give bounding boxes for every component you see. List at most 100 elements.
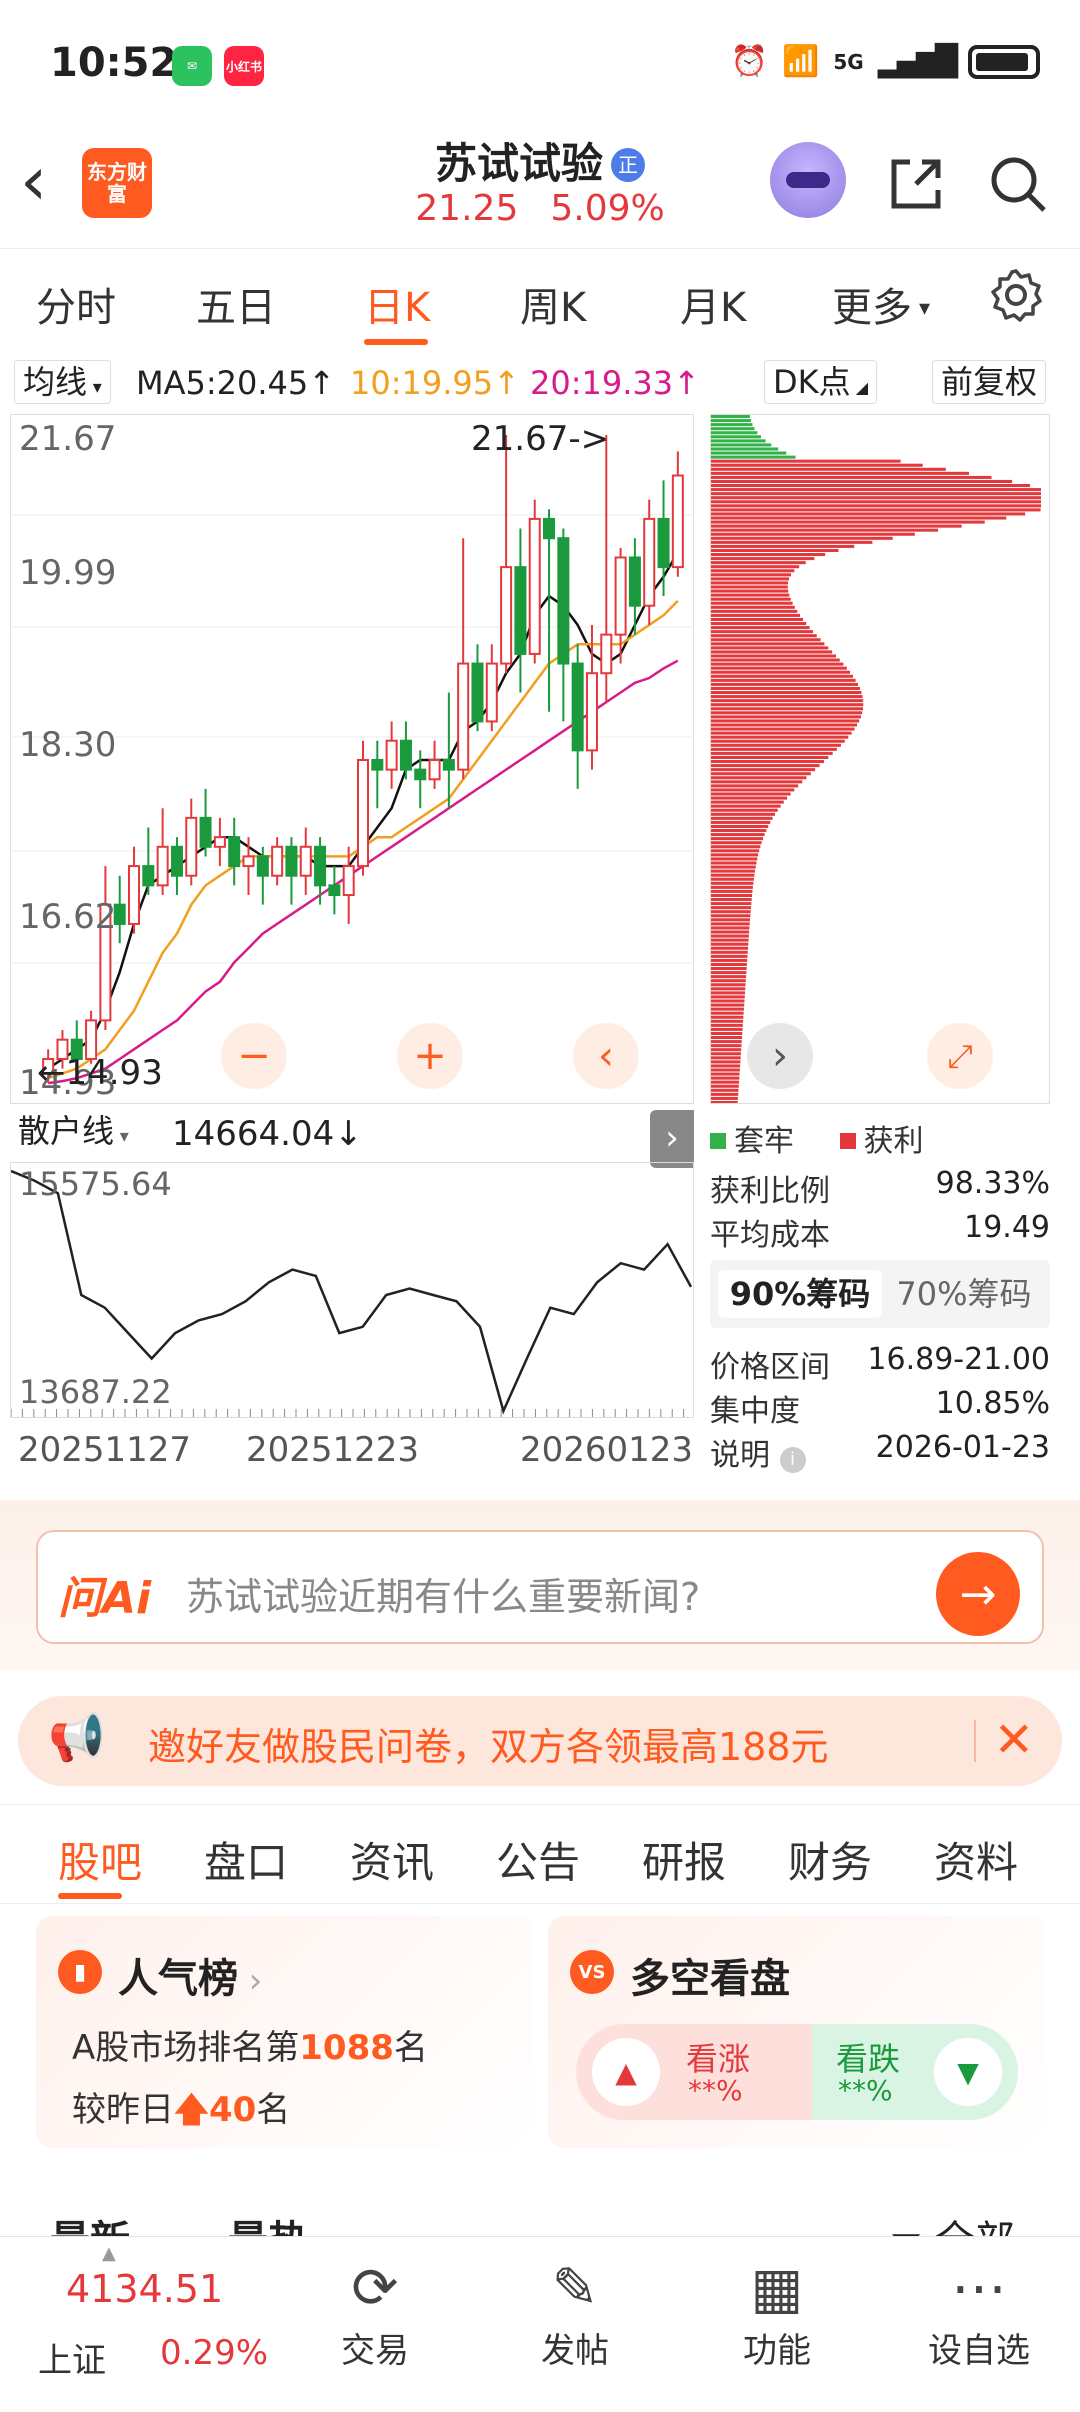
chip-bar [711,869,756,873]
ai-section: 问Ai 苏试试验近期有什么重要新闻? → [0,1500,1080,1670]
popularity-card[interactable]: ▮ 人气榜 › A股市场排名第1088名 较昨日🡅40名 [36,1916,532,2148]
candle [385,721,398,789]
collapse-panel-button[interactable]: › [650,1110,694,1168]
tab-more[interactable]: 更多 ▾ [832,275,930,333]
chip-distribution-chart[interactable]: › ⤢ [710,414,1050,1104]
adjust-select[interactable]: 前复权 [932,360,1047,404]
chip-bar [711,877,754,881]
zoom-out-button[interactable]: − [221,1023,287,1089]
chip-bar [711,695,863,699]
chip-bar [711,565,800,569]
chip-bar [711,881,754,885]
candle [99,866,112,1031]
stock-header: ‹ 东方财富 苏试试验正 21.25 5.09% [0,130,1080,248]
chip-bar [711,731,852,735]
tab-research[interactable]: 研报 [642,1829,726,1890]
candle [457,538,470,780]
note-label[interactable]: 说明 i [710,1430,806,1474]
legend-profit: 获利 [863,1124,924,1159]
tab-90-chip[interactable]: 90%筹码 [718,1270,882,1318]
chip-bar [711,593,790,597]
ai-question-box[interactable]: 问Ai 苏试试验近期有什么重要新闻? → [36,1530,1044,1644]
zoom-in-button[interactable]: + [397,1023,463,1089]
ai-question-input[interactable]: 苏试试验近期有什么重要新闻? [186,1566,700,1621]
chip-bar [711,739,845,743]
caret-up-icon: ▲ [102,2243,116,2264]
nav-trade[interactable]: ⟳ 交易 [300,2255,450,2372]
content-tabs: 股吧 盘口 资讯 公告 研报 财务 资料 [0,1804,1080,1904]
chip-bar [711,475,992,479]
expand-icon[interactable]: ⤢ [927,1023,993,1089]
scroll-right-button[interactable]: › [747,1023,813,1089]
index-name: 上证 [38,2341,106,2381]
vote-bull[interactable]: ▲ 看涨 **% [576,2024,812,2120]
candle-body [156,845,169,887]
tab-forum[interactable]: 股吧 [58,1829,142,1890]
bar-chart-icon: ▮ [58,1950,102,1994]
chip-distribution-svg [711,415,1041,1103]
tab-news[interactable]: 资讯 [350,1829,434,1890]
candle [328,866,341,915]
active-tab-indicator [58,1893,122,1899]
promo-banner[interactable]: 📢 邀好友做股民问卷，双方各领最高188元 ✕ [18,1696,1062,1786]
nav-functions[interactable]: ▦ 功能 [702,2255,852,2372]
candle-body [328,884,341,897]
scroll-left-button[interactable]: ‹ [573,1023,639,1089]
chip-bar [711,861,757,865]
arrow-right-icon[interactable]: → [936,1552,1020,1636]
retail-line-select[interactable]: 散户线 ▾ [10,1110,137,1154]
candle [342,846,355,924]
nav-post[interactable]: ✎ 发帖 [500,2255,650,2372]
chip-bar [711,784,799,788]
chip-bar [711,642,825,646]
ma-type-select[interactable]: 均线 ▾ [14,360,111,404]
tab-finance[interactable]: 财务 [788,1829,872,1890]
chip-bar [711,889,753,893]
gear-icon[interactable] [988,267,1044,333]
kline-chart[interactable]: 21.67 19.99 18.30 16.62 14.93 21.67-> ←1… [10,414,694,1104]
assistant-robot-icon[interactable] [770,142,846,218]
chip-bar [711,544,855,548]
tab-70-chip[interactable]: 70%筹码 [886,1270,1042,1318]
close-icon[interactable]: ✕ [994,1712,1034,1768]
chip-bar [711,471,970,475]
profit-ratio-row: 获利比例 98.33% [710,1166,1050,1210]
candle [471,644,484,732]
tab-weekly-k[interactable]: 周K [520,275,586,333]
chip-bar [711,816,773,820]
chip-bar [711,1068,740,1072]
tab-orderbook[interactable]: 盘口 [204,1829,288,1890]
chip-bar [711,743,841,747]
chip-bar [711,1015,744,1019]
vote-bear[interactable]: 看跌 **% ▼ [812,2024,1018,2120]
share-icon[interactable] [884,152,948,230]
retail-line-chart[interactable]: 15575.64 13687.22 [10,1162,694,1418]
retail-line-value: 14664.04↓ [172,1114,363,1154]
legend-trapped: 套牢 [734,1124,794,1159]
tab-intraday[interactable]: 分时 [36,275,116,333]
status-bar: 10:52 ✉ 小红书 ⏰ 📶 5G ▂▄▆█ [0,0,1080,130]
caret-down-icon: ▼ [934,2038,1002,2106]
tab-monthly-k[interactable]: 月K [680,275,746,333]
candle-body [514,566,527,655]
chip-bar [711,589,789,593]
tab-announcements[interactable]: 公告 [496,1829,580,1890]
date-label-1: 20251127 [18,1430,192,1470]
chip-bar [711,630,814,634]
rank-change-line: 较昨日🡅40名 [72,2082,290,2143]
chevron-down-icon: ▾ [912,296,931,321]
chip-bar [711,666,847,670]
battery-icon [968,44,1040,79]
search-icon[interactable] [986,152,1050,230]
network-label: 5G [833,49,864,74]
tab-profile[interactable]: 资料 [934,1829,1018,1890]
candle-body [528,517,541,655]
chip-bar [711,1092,739,1096]
sentiment-title: 多空看盘 [630,1956,790,2002]
dk-point-select[interactable]: DK点 ◢ [764,360,878,404]
tab-daily-k[interactable]: 日K [364,275,430,333]
chip-bar [711,561,806,565]
chip-bar [711,898,752,902]
nav-watchlist[interactable]: ⋯ 设自选 [904,2255,1054,2372]
tab-five-day[interactable]: 五日 [196,275,276,333]
